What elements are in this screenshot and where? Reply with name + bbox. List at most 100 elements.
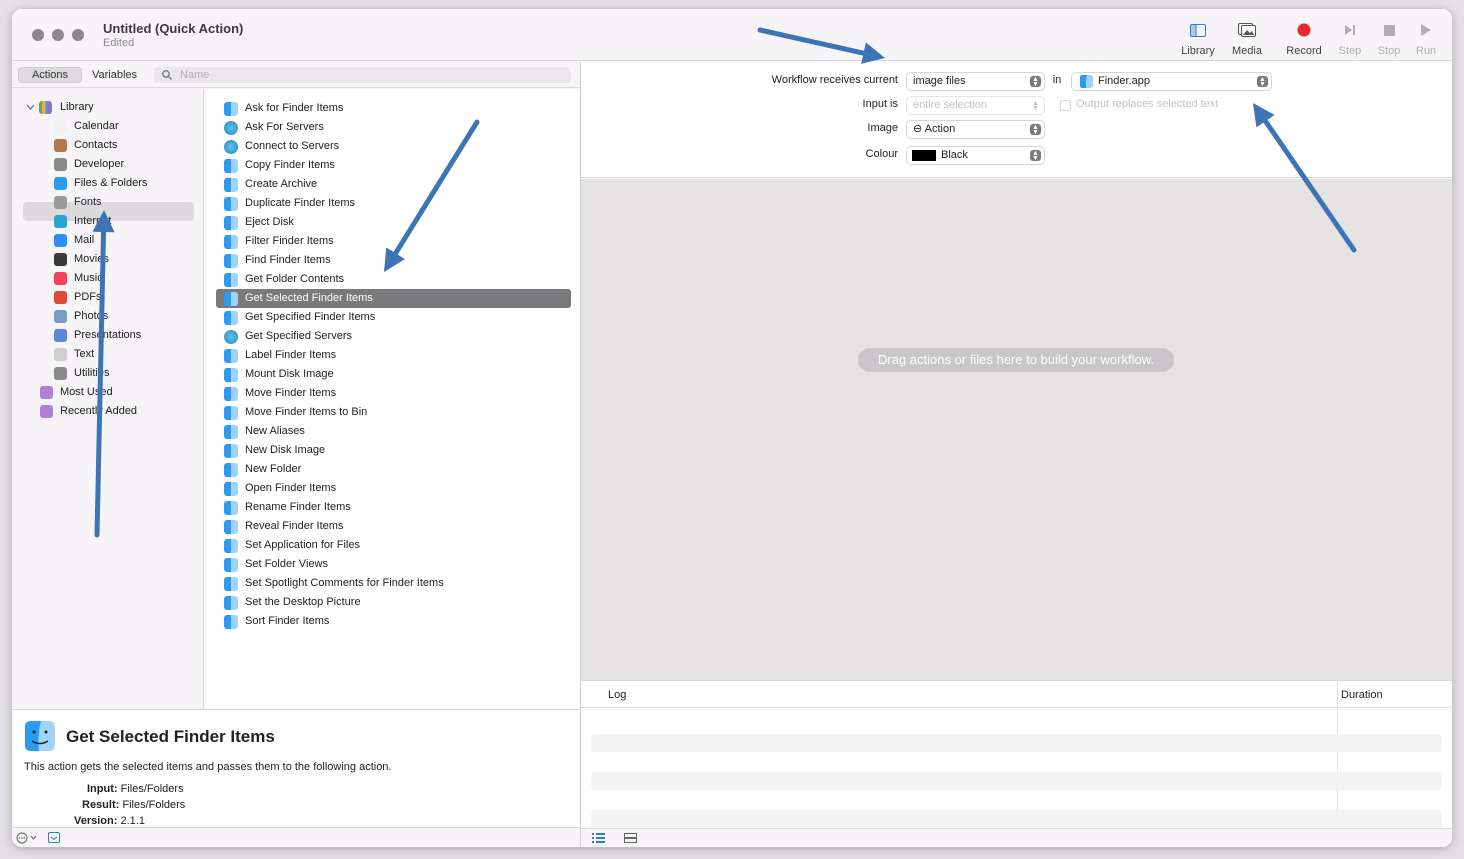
close-button[interactable] [32, 29, 44, 41]
finder-icon [54, 177, 67, 190]
action-item-label: Copy Finder Items [245, 159, 335, 171]
action-item[interactable]: New Folder [216, 460, 571, 479]
action-item[interactable]: Label Finder Items [216, 346, 571, 365]
action-item[interactable]: Mount Disk Image [216, 365, 571, 384]
action-item-label: Get Specified Servers [245, 330, 352, 342]
action-item-label: New Disk Image [245, 444, 326, 456]
tab-variables[interactable]: Variables [82, 67, 147, 83]
tab-actions[interactable]: Actions [18, 67, 82, 83]
action-item[interactable]: Move Finder Items to Bin [216, 403, 571, 422]
search-placeholder: Name [180, 69, 210, 81]
action-item[interactable]: Set the Desktop Picture [216, 593, 571, 612]
action-item-label: New Aliases [245, 425, 305, 437]
finder-icon [224, 425, 238, 439]
action-item[interactable]: Rename Finder Items [216, 498, 571, 517]
colour-popup[interactable]: Black ▲ ▼ [907, 147, 1044, 164]
action-item[interactable]: New Aliases [216, 422, 571, 441]
workflow-canvas[interactable]: Drag actions or files here to build your… [581, 179, 1452, 680]
finder-icon [224, 463, 238, 477]
input-is-popup[interactable]: entire selection ▲ ▼ [907, 97, 1044, 114]
action-item[interactable]: Get Folder Contents [216, 270, 571, 289]
finder-icon [224, 254, 238, 268]
media-button[interactable]: Media [1222, 21, 1272, 57]
action-item[interactable]: Duplicate Finder Items [216, 194, 571, 213]
application-popup[interactable]: Finder.app ▲ ▼ [1072, 73, 1271, 90]
action-item[interactable]: Eject Disk [216, 213, 571, 232]
fonts-icon [54, 196, 67, 209]
action-item-label: New Folder [245, 463, 302, 475]
action-item[interactable]: Get Selected Finder Items [216, 289, 571, 308]
popup-arrows-icon: ▲ ▼ [1257, 76, 1268, 88]
finder-icon [224, 444, 238, 458]
colour-label: Colour [865, 148, 898, 160]
duration-column-header[interactable]: Duration [1341, 689, 1383, 701]
library-tree: Library Calendar Contacts Developer Files &… [12, 89, 204, 709]
disclosure-chevron-icon [26, 104, 35, 110]
library-button[interactable]: Library [1173, 21, 1223, 57]
options-menu-icon[interactable] [16, 832, 40, 844]
action-item-label: Rename Finder Items [245, 501, 351, 513]
stop-icon [1383, 24, 1395, 36]
action-item-label: Ask for Finder Items [245, 102, 344, 114]
right-footer [581, 828, 1452, 847]
split-view-icon[interactable] [624, 833, 637, 843]
action-item[interactable]: Ask for Finder Items [216, 99, 571, 118]
receives-label: Workflow receives current [771, 74, 898, 86]
finder-icon [224, 349, 238, 363]
action-item-label: Move Finder Items [245, 387, 337, 399]
sidebar-item-label: Music [74, 272, 103, 284]
action-item[interactable]: Filter Finder Items [216, 232, 571, 251]
finder-icon [224, 501, 238, 515]
output-replaces-checkbox[interactable] [1060, 100, 1071, 111]
popup-arrows-icon: ▲ ▼ [1032, 100, 1039, 112]
smart-folder-icon [40, 386, 53, 399]
action-item[interactable]: Set Folder Views [216, 555, 571, 574]
finder-icon [224, 406, 238, 420]
globe-icon [224, 140, 238, 154]
action-item[interactable]: Set Spotlight Comments for Finder Items [216, 574, 571, 593]
column-divider [1337, 681, 1338, 829]
left-pane-header: Actions Variables Name [12, 62, 580, 88]
globe-icon [224, 121, 238, 135]
run-button[interactable]: Run [1401, 21, 1451, 57]
action-item[interactable]: Reveal Finder Items [216, 517, 571, 536]
finder-icon [224, 482, 238, 496]
receives-popup[interactable]: image files ▲ ▼ [907, 73, 1044, 90]
action-item[interactable]: Move Finder Items [216, 384, 571, 403]
library-root-label: Library [60, 101, 94, 113]
image-popup[interactable]: ⊖ Action ▲ ▼ [907, 121, 1044, 138]
input-row: Input: Files/Folders [87, 783, 184, 795]
action-item[interactable]: Open Finder Items [216, 479, 571, 498]
record-button[interactable]: Record [1279, 21, 1329, 57]
log-header: Log Duration [581, 681, 1452, 829]
list-view-icon[interactable] [592, 833, 605, 843]
log-column-header[interactable]: Log [608, 689, 626, 701]
search-input[interactable]: Name [154, 67, 571, 83]
mail-icon [54, 234, 67, 247]
sidebar-item-label: Files & Folders [74, 177, 148, 189]
action-item[interactable]: New Disk Image [216, 441, 571, 460]
sidebar-item-label: Presentations [74, 329, 142, 341]
photos-icon [54, 310, 67, 323]
action-item[interactable]: Find Finder Items [216, 251, 571, 270]
action-item-label: Reveal Finder Items [245, 520, 344, 532]
finder-icon [224, 368, 238, 382]
image-value: ⊖ Action [913, 123, 956, 135]
left-pane: Actions Variables Name Library Calendar C… [12, 62, 580, 709]
description-toggle-icon[interactable] [48, 832, 60, 843]
text-icon [54, 348, 67, 361]
action-item[interactable]: Get Specified Servers [216, 327, 571, 346]
action-item[interactable]: Ask For Servers [216, 118, 571, 137]
action-item[interactable]: Get Specified Finder Items [216, 308, 571, 327]
minimize-button[interactable] [52, 29, 64, 41]
action-item-label: Label Finder Items [245, 349, 337, 361]
action-item[interactable]: Set Application for Files [216, 536, 571, 555]
action-item[interactable]: Create Archive [216, 175, 571, 194]
log-row [591, 734, 1442, 752]
zoom-button[interactable] [72, 29, 84, 41]
action-item[interactable]: Copy Finder Items [216, 156, 571, 175]
version-key: Version: [74, 815, 118, 827]
left-footer [12, 827, 580, 847]
action-item[interactable]: Sort Finder Items [216, 612, 571, 631]
action-item[interactable]: Connect to Servers [216, 137, 571, 156]
